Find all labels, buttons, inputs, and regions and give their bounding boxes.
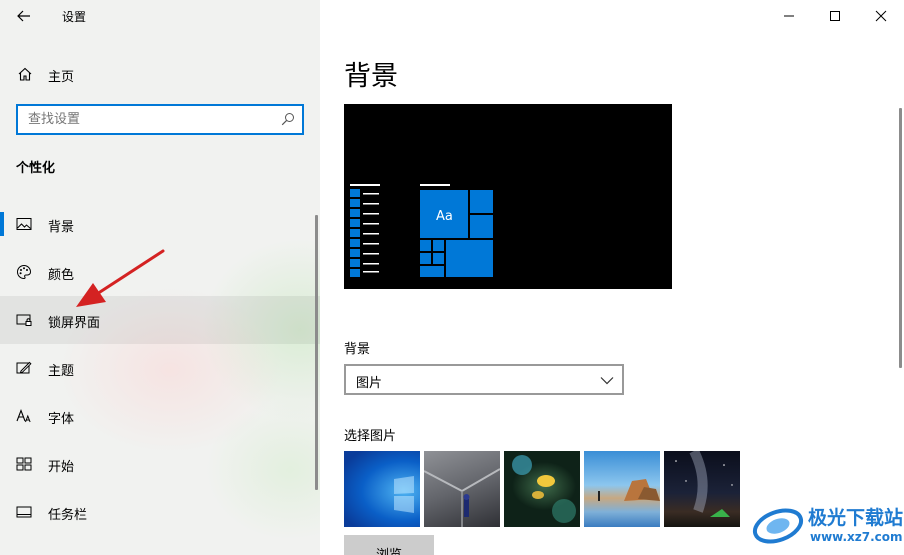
sidebar-item-themes[interactable]: 主题 [0,344,320,392]
picture-icon [16,218,32,230]
sidebar-item-label: 主题 [48,364,75,379]
close-icon [875,10,887,22]
close-button[interactable] [858,0,904,32]
sidebar-scrollbar[interactable] [315,215,318,490]
back-arrow-icon [17,10,30,22]
selected-indicator [0,212,4,236]
thumbnail-beach[interactable] [584,451,660,527]
main-panel: 背景 Aa 背景 图片 选择图片 浏览 [320,0,904,555]
section-title: 个性化 [16,161,56,176]
choose-picture-label: 选择图片 [344,429,397,444]
sidebar-item-background[interactable]: 背景 [0,200,320,248]
rock-icon [598,479,660,501]
start-icon [16,457,32,471]
browse-button[interactable]: 浏览 [344,535,434,555]
minimize-button[interactable] [766,0,812,32]
milky-way-icon [675,451,733,517]
search-box[interactable] [16,104,304,135]
sidebar-item-home[interactable]: 主页 [0,56,320,92]
thumbnail-windows-blue[interactable] [344,451,420,527]
flower-icon [512,455,576,523]
home-icon [18,67,32,81]
sidebar-item-taskbar[interactable]: 任务栏 [0,488,320,536]
theme-icon [16,361,32,374]
sidebar-titlebar: 设置 [0,0,320,32]
window-controls [766,0,904,32]
main-scrollbar[interactable] [899,108,902,368]
sidebar-item-colors[interactable]: 颜色 [0,248,320,296]
sidebar-item-label: 主页 [48,70,75,85]
sidebar-item-label: 颜色 [48,268,75,283]
search-icon[interactable] [281,112,295,126]
background-type-dropdown[interactable]: 图片 [344,364,624,395]
taskbar-icon [16,506,32,518]
background-label: 背景 [344,342,371,357]
sidebar-item-label: 锁屏界面 [48,316,101,331]
sidebar-nav: 背景 颜色 锁屏界面 主题 字体 开始 任务栏 [0,200,320,536]
search-input[interactable] [18,106,268,133]
page-title: 背景 [344,61,398,92]
maximize-icon [830,11,840,21]
lock-screen-icon [16,314,32,326]
start-menu-preview-icon [350,184,493,277]
watermark-url: www.xz7.com [810,530,903,544]
chevron-down-icon [600,377,614,385]
preview-sample-text: Aa [436,209,453,224]
sidebar-item-label: 开始 [48,460,75,475]
background-preview: Aa [344,104,672,289]
minimize-icon [784,15,794,17]
back-button[interactable] [10,4,38,28]
sidebar-item-start[interactable]: 开始 [0,440,320,488]
sidebar: 设置 主页 个性化 背景 颜色 [0,0,320,555]
thumbnail-night-sky[interactable] [664,451,740,527]
sidebar-item-lock-screen[interactable]: 锁屏界面 [0,296,320,344]
dropdown-value: 图片 [356,376,383,391]
watermark-name: 极光下载站 [808,507,904,529]
app-title: 设置 [62,10,87,24]
sidebar-item-label: 背景 [48,220,75,235]
palette-icon [17,264,32,280]
font-icon [16,408,31,423]
sidebar-item-label: 字体 [48,412,75,427]
thumbnail-gray-room[interactable] [424,451,500,527]
figure-icon [424,468,500,527]
sidebar-item-label: 任务栏 [48,508,88,523]
maximize-button[interactable] [812,0,858,32]
sidebar-item-fonts[interactable]: 字体 [0,392,320,440]
thumbnail-forest[interactable] [504,451,580,527]
picture-thumbnails [344,451,740,527]
windows-logo-icon [394,476,414,513]
